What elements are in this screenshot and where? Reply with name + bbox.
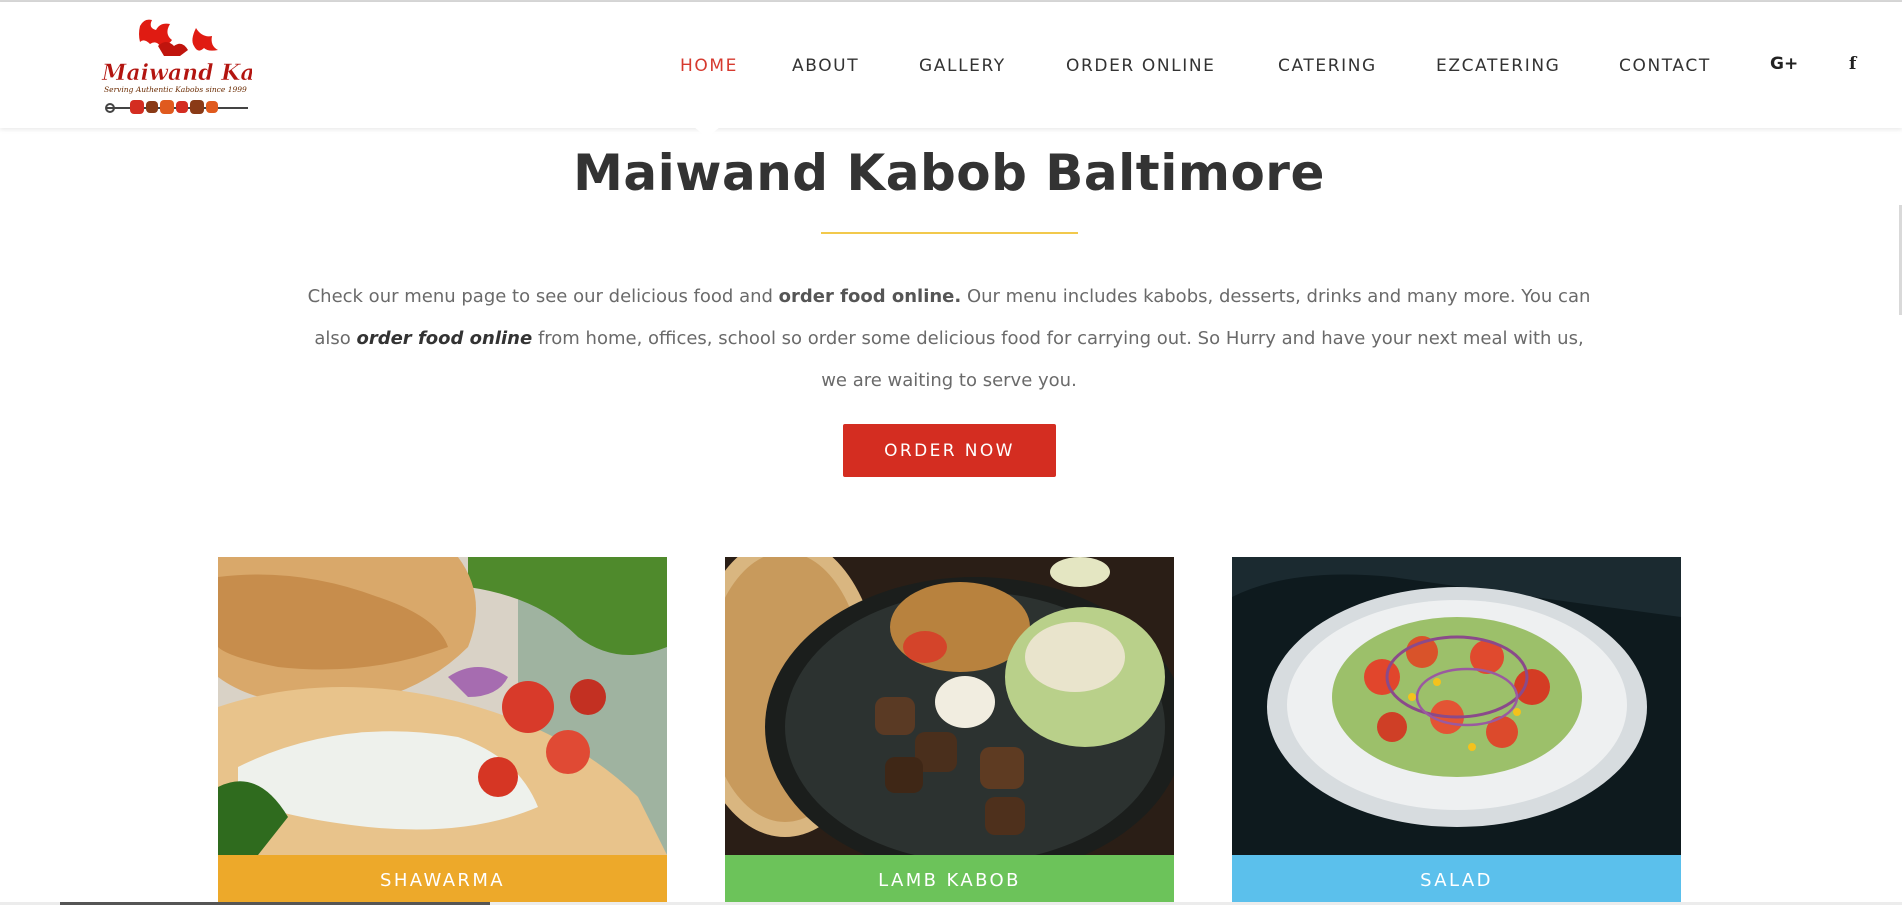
menu-card-salad[interactable]: SALAD: [1232, 557, 1681, 905]
main-nav: HOME ABOUT GALLERY ORDER ONLINE CATERING…: [0, 2, 1902, 128]
lamb-kabob-photo: [725, 557, 1174, 855]
nav-catering[interactable]: CATERING: [1278, 56, 1377, 76]
order-now-button[interactable]: ORDER NOW: [843, 424, 1056, 477]
nav-home[interactable]: HOME: [680, 56, 738, 76]
salad-photo: [1232, 557, 1681, 855]
intro-text-3: from home, offices, school so order some…: [532, 328, 1584, 391]
nav-gallery[interactable]: GALLERY: [919, 56, 1006, 76]
intro-text-1: Check our menu page to see our delicious…: [307, 286, 779, 307]
intro-paragraph: Check our menu page to see our delicious…: [300, 276, 1598, 402]
page-title: Maiwand Kabob Baltimore: [573, 144, 1325, 202]
nav-order-online[interactable]: ORDER ONLINE: [1066, 56, 1215, 76]
card-caption-lamb-kabob: LAMB KABOB: [725, 855, 1174, 905]
nav-ezcatering[interactable]: EZCATERING: [1436, 56, 1560, 76]
nav-about[interactable]: ABOUT: [792, 56, 859, 76]
active-nav-pointer: [693, 126, 721, 138]
intro-bold-2: order food online: [356, 328, 533, 349]
intro-bold-1: order food online.: [778, 286, 962, 307]
nav-contact[interactable]: CONTACT: [1619, 56, 1711, 76]
title-divider: [821, 232, 1078, 234]
card-caption-shawarma: SHAWARMA: [218, 855, 667, 905]
card-caption-salad: SALAD: [1232, 855, 1681, 905]
site-header: Maiwand Kabob Serving Authentic Kabobs s…: [0, 2, 1902, 128]
menu-card-shawarma[interactable]: SHAWARMA: [218, 557, 667, 905]
menu-card-lamb-kabob[interactable]: LAMB KABOB: [725, 557, 1174, 905]
facebook-icon[interactable]: f: [1849, 54, 1856, 74]
shawarma-photo: [218, 557, 667, 855]
google-plus-icon[interactable]: G+: [1770, 54, 1798, 74]
